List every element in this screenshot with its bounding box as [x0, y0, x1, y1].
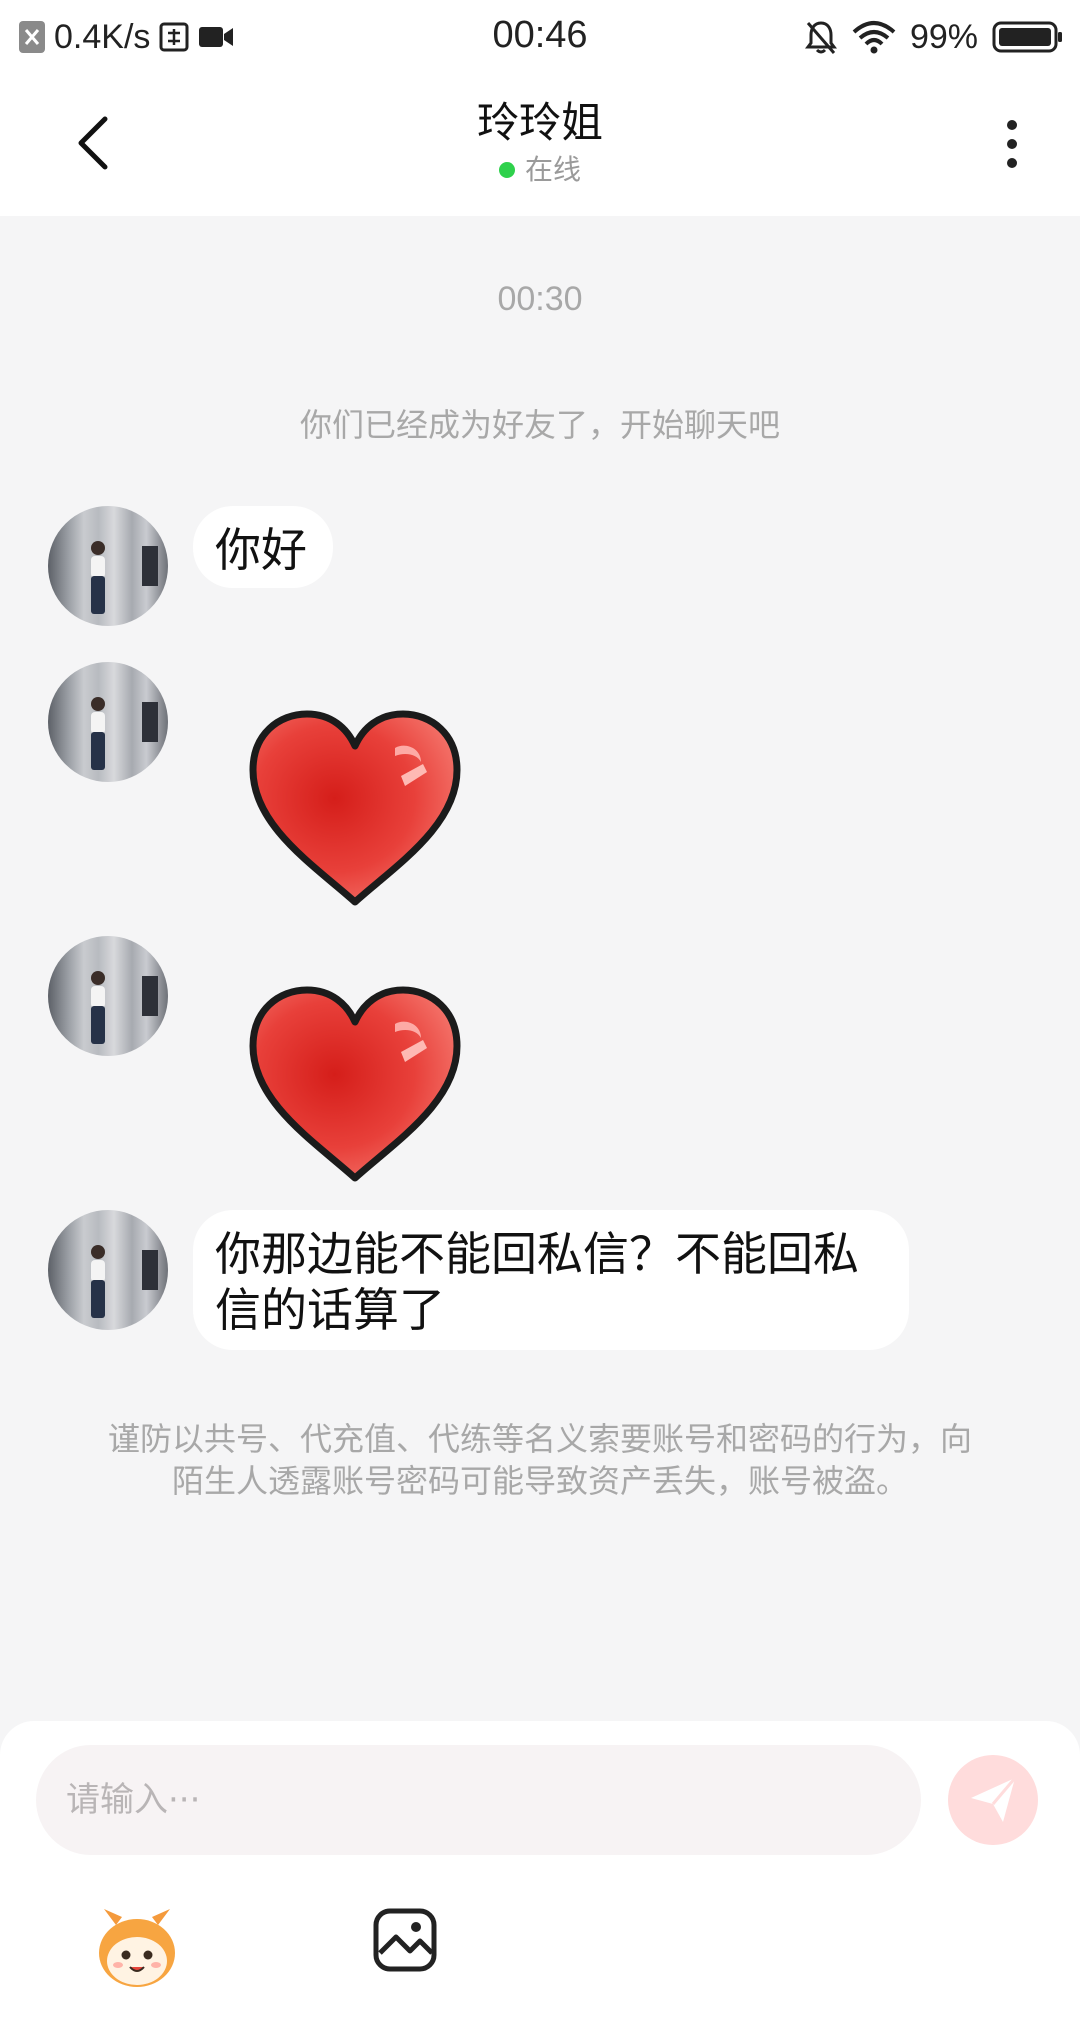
heart-sticker[interactable] [245, 706, 465, 916]
image-icon [373, 1908, 437, 1972]
message-text-line: 你那边能不能回私信？不能回私 [215, 1227, 859, 1281]
avatar-figure-icon [91, 541, 158, 614]
system-message: 你们已经成为好友了，开始聊天吧 [299, 406, 780, 444]
message-timestamp: 00:30 [497, 280, 583, 318]
mute-bell-icon [804, 21, 837, 54]
security-warning: 谨防以共号、代充值、代练等名义索要账号和密码的行为，向陌生人透露账号密码可能导致… [107, 1420, 972, 1500]
input-panel [0, 1721, 1080, 2034]
message-text: 你好 [215, 523, 307, 577]
message-bubble[interactable]: 你好 [193, 506, 333, 588]
avatar-figure-icon [91, 971, 158, 1044]
contact-avatar[interactable] [48, 936, 168, 1056]
status-bar: 0.4K/s 00:46 99% [0, 0, 1080, 74]
heart-icon [249, 710, 461, 906]
mascot-emoji-icon [99, 1909, 175, 1987]
avatar-figure-icon [91, 1245, 158, 1318]
contact-avatar[interactable] [48, 506, 168, 626]
status-bar-right: 99% [804, 14, 1064, 60]
wifi-icon [852, 21, 896, 54]
message-bubble[interactable]: 你那边能不能回私信？不能回私 信的话算了 [193, 1210, 909, 1350]
image-button[interactable] [372, 1907, 438, 1973]
avatar-figure-icon [91, 697, 158, 770]
more-options-button[interactable] [982, 114, 1042, 174]
battery-icon [992, 21, 1062, 53]
contact-avatar[interactable] [48, 662, 168, 782]
more-dot-icon [1007, 158, 1017, 168]
header-title-group: 玲玲姐 在线 [0, 96, 1080, 188]
heart-icon [249, 986, 461, 1182]
send-button[interactable] [948, 1755, 1038, 1845]
emoji-button[interactable] [92, 1903, 182, 1993]
more-dot-icon [1007, 139, 1017, 149]
chat-area[interactable]: 00:30 你们已经成为好友了，开始聊天吧 你好 你那边能不能回私信？不能回私 … [0, 216, 1080, 1721]
chat-header: 玲玲姐 在线 [0, 74, 1080, 216]
contact-avatar[interactable] [48, 1210, 168, 1330]
battery-percent: 99% [909, 17, 978, 56]
contact-name: 玲玲姐 [476, 98, 603, 147]
online-status: 在线 [0, 152, 1080, 188]
message-text-line: 信的话算了 [215, 1283, 445, 1337]
online-dot [498, 162, 515, 178]
heart-sticker[interactable] [245, 982, 465, 1192]
online-status-text: 在线 [524, 153, 581, 186]
message-input[interactable] [36, 1745, 921, 1855]
paper-plane-icon [971, 1777, 1017, 1822]
more-dot-icon [1007, 120, 1017, 130]
